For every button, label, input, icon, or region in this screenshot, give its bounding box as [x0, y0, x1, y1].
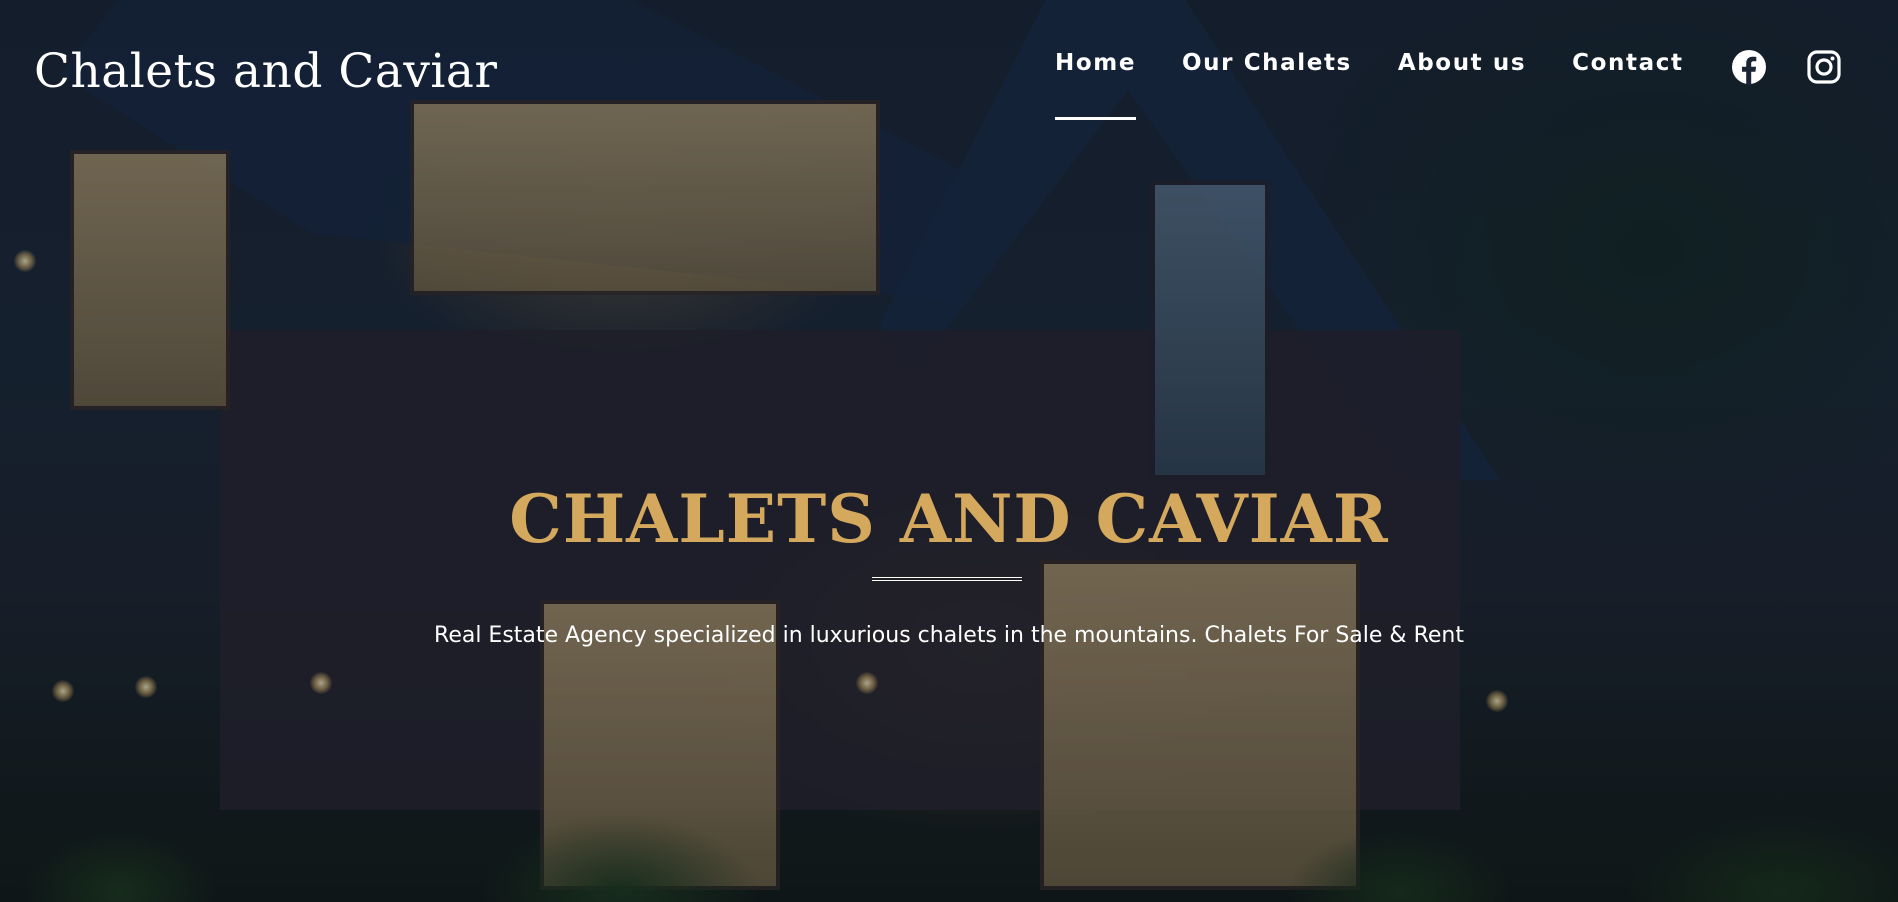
- site-header: Chalets and Caviar Home Our Chalets Abou…: [0, 0, 1898, 130]
- nav-item-our-chalets[interactable]: Our Chalets: [1182, 50, 1352, 76]
- background-image-chalet: [0, 0, 1898, 902]
- instagram-icon[interactable]: [1806, 49, 1842, 85]
- hero-section: Chalets and Caviar Home Our Chalets Abou…: [0, 0, 1898, 902]
- hero-title: CHALETS AND CAVIAR: [509, 480, 1389, 558]
- site-logo[interactable]: Chalets and Caviar: [34, 44, 497, 99]
- title-divider: [872, 577, 1022, 581]
- dark-overlay: [0, 0, 1898, 902]
- main-nav: Home Our Chalets About us Contact: [1055, 50, 1730, 120]
- nav-item-contact[interactable]: Contact: [1572, 50, 1683, 76]
- nav-item-home[interactable]: Home: [1055, 50, 1137, 120]
- nav-item-about-us[interactable]: About us: [1398, 50, 1526, 76]
- facebook-icon[interactable]: [1731, 49, 1767, 85]
- hero-subtitle: Real Estate Agency specialized in luxuri…: [434, 623, 1464, 648]
